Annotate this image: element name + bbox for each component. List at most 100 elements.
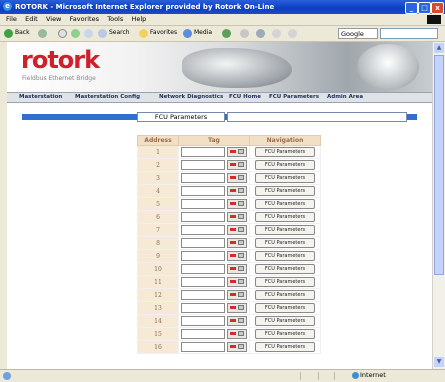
fcu-parameters-button[interactable]: FCU Parameters — [255, 160, 315, 170]
media-button[interactable]: Media — [194, 29, 212, 36]
address-cell: 12 — [137, 288, 179, 302]
fcu-parameters-button[interactable]: FCU Parameters — [255, 277, 315, 287]
menu-edit[interactable]: Edit — [25, 14, 38, 25]
tag-cell — [178, 236, 250, 250]
favorites-button[interactable]: Favorites — [150, 29, 177, 36]
set-tag-button[interactable] — [227, 160, 247, 170]
nav-masterstation[interactable]: Masterstation — [19, 94, 62, 100]
set-tag-button[interactable] — [227, 277, 247, 287]
back-button[interactable]: Back — [15, 29, 30, 36]
tag-input[interactable] — [181, 277, 225, 287]
tag-cell — [178, 327, 250, 341]
fcu-parameters-button[interactable]: FCU Parameters — [255, 225, 315, 235]
tag-input[interactable] — [181, 199, 225, 209]
address-cell: 5 — [137, 197, 179, 211]
fcu-parameters-button[interactable]: FCU Parameters — [255, 173, 315, 183]
tag-input[interactable] — [181, 290, 225, 300]
fcu-parameters-button[interactable]: FCU Parameters — [255, 303, 315, 313]
tag-cell — [178, 301, 250, 315]
fcu-parameters-button[interactable]: FCU Parameters — [255, 186, 315, 196]
home-icon[interactable] — [84, 29, 93, 38]
save-icon — [238, 253, 244, 258]
tag-input[interactable] — [181, 160, 225, 170]
nav-network-diagnostics[interactable]: Network Diagnostics — [159, 94, 223, 100]
table-row: 9 FCU Parameters — [137, 249, 321, 263]
tag-input[interactable] — [181, 316, 225, 326]
search-icon[interactable] — [98, 29, 107, 38]
menu-favorites[interactable]: Favorites — [70, 14, 99, 25]
set-tag-button[interactable] — [227, 186, 247, 196]
set-tag-button[interactable] — [227, 225, 247, 235]
tag-cell — [178, 340, 250, 354]
set-tag-button[interactable] — [227, 212, 247, 222]
menu-view[interactable]: View — [46, 14, 61, 25]
fcu-parameters-button[interactable]: FCU Parameters — [255, 290, 315, 300]
media-icon[interactable] — [183, 29, 192, 38]
fcu-parameters-button[interactable]: FCU Parameters — [255, 147, 315, 157]
fcu-parameters-button[interactable]: FCU Parameters — [255, 329, 315, 339]
print-icon[interactable] — [256, 29, 265, 38]
menu-file[interactable]: File — [6, 14, 17, 25]
set-tag-button[interactable] — [227, 303, 247, 313]
discuss-icon[interactable] — [288, 29, 297, 38]
fcu-parameters-button[interactable]: FCU Parameters — [255, 264, 315, 274]
set-tag-button[interactable] — [227, 147, 247, 157]
fcu-parameters-button[interactable]: FCU Parameters — [255, 316, 315, 326]
scrollbar-thumb[interactable] — [434, 55, 444, 275]
minimize-button[interactable]: _ — [405, 2, 418, 14]
close-button[interactable]: x — [431, 2, 444, 14]
tag-input[interactable] — [181, 329, 225, 339]
tag-input[interactable] — [181, 238, 225, 248]
forward-arrow-icon[interactable] — [38, 29, 47, 38]
edit-icon[interactable] — [272, 29, 281, 38]
set-tag-button[interactable] — [227, 251, 247, 261]
tag-input[interactable] — [181, 342, 225, 352]
maximize-button[interactable]: □ — [418, 2, 431, 14]
tag-input[interactable] — [181, 264, 225, 274]
back-arrow-icon[interactable] — [4, 29, 13, 38]
set-tag-button[interactable] — [227, 238, 247, 248]
set-tag-button[interactable] — [227, 173, 247, 183]
nav-admin-area[interactable]: Admin Area — [327, 94, 363, 100]
history-icon[interactable] — [222, 29, 231, 38]
nav-fcu-home[interactable]: FCU Home — [229, 94, 261, 100]
set-tag-button[interactable] — [227, 199, 247, 209]
fcu-parameters-button[interactable]: FCU Parameters — [255, 199, 315, 209]
set-tag-button[interactable] — [227, 316, 247, 326]
tag-input[interactable] — [181, 225, 225, 235]
tag-input[interactable] — [181, 173, 225, 183]
vertical-scrollbar[interactable]: ▲ ▼ — [432, 42, 445, 369]
site-subtitle: Fieldbus Ethernet Bridge — [22, 75, 96, 82]
fcu-parameters-button[interactable]: FCU Parameters — [255, 342, 315, 352]
nav-fcu-parameters[interactable]: FCU Parameters — [269, 94, 319, 100]
fcu-parameters-button[interactable]: FCU Parameters — [255, 251, 315, 261]
save-icon — [238, 188, 244, 193]
tag-input[interactable] — [181, 186, 225, 196]
favorites-star-icon[interactable] — [139, 29, 148, 38]
set-tag-button[interactable] — [227, 290, 247, 300]
menu-tools[interactable]: Tools — [107, 14, 123, 25]
tag-input[interactable] — [181, 212, 225, 222]
fcu-parameters-button[interactable]: FCU Parameters — [255, 212, 315, 222]
tag-input[interactable] — [181, 303, 225, 313]
search-button[interactable]: Search — [109, 29, 130, 36]
nav-masterstation-config[interactable]: Masterstation Config — [75, 94, 140, 100]
tag-input[interactable] — [181, 251, 225, 261]
tag-input[interactable] — [181, 147, 225, 157]
google-toolbar-button[interactable]: Google — [338, 28, 378, 39]
scroll-down-arrow-icon[interactable]: ▼ — [434, 357, 444, 367]
stop-icon[interactable] — [58, 29, 67, 38]
save-icon — [238, 201, 244, 206]
menu-help[interactable]: Help — [131, 14, 146, 25]
set-tag-button[interactable] — [227, 264, 247, 274]
table-row: 13 FCU Parameters — [137, 301, 321, 315]
set-tag-button[interactable] — [227, 329, 247, 339]
set-tag-button[interactable] — [227, 342, 247, 352]
refresh-icon[interactable] — [71, 29, 80, 38]
navigation-cell: FCU Parameters — [249, 223, 321, 237]
google-search-input[interactable] — [380, 28, 438, 39]
navigation-cell: FCU Parameters — [249, 145, 321, 159]
fcu-parameters-button[interactable]: FCU Parameters — [255, 238, 315, 248]
scroll-up-arrow-icon[interactable]: ▲ — [434, 43, 444, 53]
mail-icon[interactable] — [240, 29, 249, 38]
